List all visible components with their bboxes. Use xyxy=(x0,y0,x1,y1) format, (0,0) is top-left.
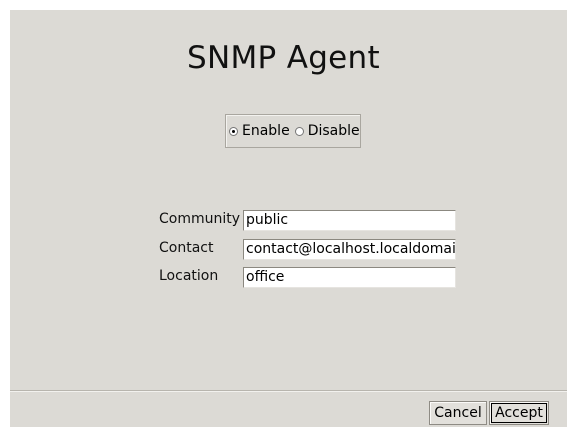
disable-radio-label: Disable xyxy=(307,123,360,139)
radio-unchecked-icon[interactable] xyxy=(294,126,304,136)
button-bar-separator xyxy=(10,390,567,392)
enable-radio-label: Enable xyxy=(242,123,290,139)
community-label: Community xyxy=(159,211,241,227)
location-field[interactable]: office xyxy=(243,267,456,288)
community-field[interactable]: public xyxy=(243,210,456,231)
radio-checked-icon[interactable] xyxy=(229,126,238,136)
enable-radio[interactable]: Enable xyxy=(229,123,290,139)
disable-radio[interactable]: Disable xyxy=(294,123,360,139)
location-label: Location xyxy=(159,268,219,284)
contact-label: Contact xyxy=(159,240,214,256)
agent-state-radio-group: Enable Disable xyxy=(225,114,361,148)
contact-field[interactable]: contact@localhost.localdomain xyxy=(243,239,456,260)
accept-button[interactable]: Accept xyxy=(489,401,549,425)
cancel-button[interactable]: Cancel xyxy=(429,401,487,425)
page-title: SNMP Agent xyxy=(187,40,380,76)
